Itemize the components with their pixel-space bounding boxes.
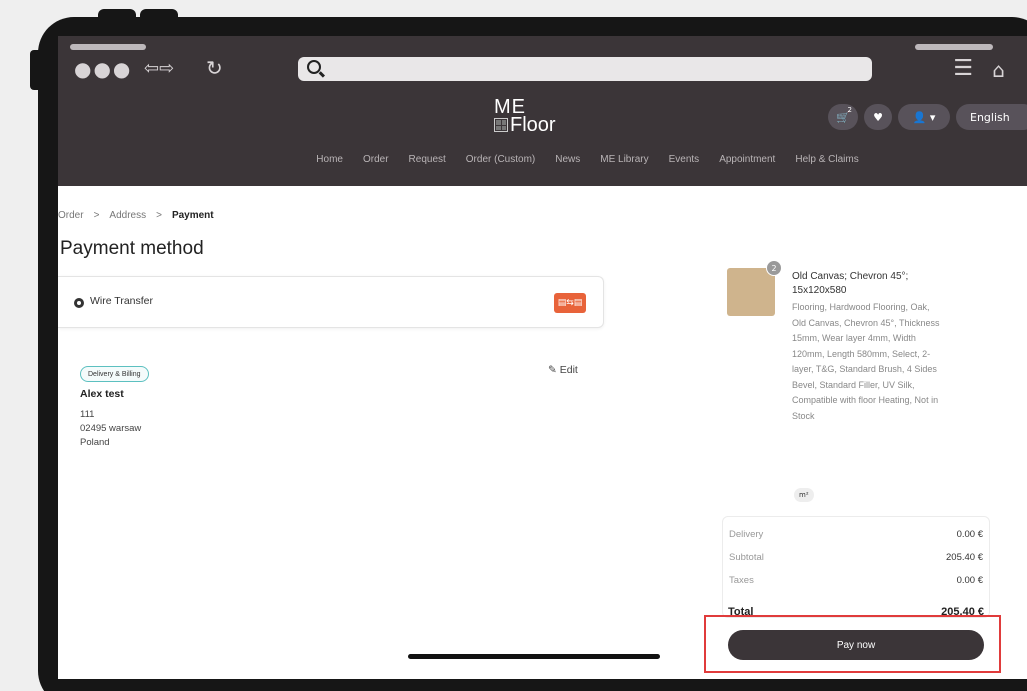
search-icon (307, 60, 321, 74)
subtotal-value: 205.40 € (946, 552, 983, 563)
breadcrumb-separator: > (93, 210, 100, 221)
delivery-label: Delivery (729, 529, 764, 540)
edit-label: Edit (559, 364, 578, 376)
back-forward-icon[interactable]: ⇦⇨ (144, 58, 174, 79)
address-bar[interactable] (298, 57, 872, 81)
product-name: Old Canvas; Chevron 45°; 15x120x580 (792, 271, 909, 296)
logo-line-2: Floor (494, 114, 556, 136)
breadcrumb-separator: > (156, 210, 162, 221)
breadcrumb-address[interactable]: Address (109, 210, 146, 221)
address-line-3: Poland (80, 437, 110, 448)
nav-order[interactable]: Order (363, 154, 389, 165)
payment-option-wire-transfer[interactable]: Wire Transfer ▤⇆▤ (58, 276, 604, 328)
nav-events[interactable]: Events (669, 154, 700, 165)
delivery-value: 0.00 € (956, 529, 983, 540)
language-button[interactable]: English (956, 104, 1027, 130)
delivery-row: Delivery 0.00 € (729, 529, 983, 540)
edit-address-link[interactable]: ✎ Edit (548, 364, 578, 376)
payment-option-label: Wire Transfer (90, 295, 154, 307)
pencil-icon: ✎ (548, 364, 557, 376)
tab-indicator-right (915, 44, 993, 50)
cart-button[interactable]: 🛒 2 (828, 104, 858, 130)
breadcrumb-payment: Payment (171, 210, 214, 221)
menu-icon[interactable]: ☰ (953, 58, 973, 80)
subtotal-row: Subtotal 205.40 € (729, 552, 983, 563)
taxes-label: Taxes (729, 575, 754, 586)
site-header: ME Floor 🛒 2 ♥ 👤 ▾ English Home Order Re… (58, 86, 1027, 186)
main-nav: Home Order Request Order (Custom) News M… (58, 154, 1027, 165)
browser-toolbar: ●●● ⇦⇨ ↻ ☰ ⌂ (58, 36, 1027, 86)
taxes-row: Taxes 0.00 € (729, 575, 983, 586)
product-image (727, 268, 775, 316)
nav-me-library[interactable]: ME Library (600, 154, 648, 165)
quantity-badge: 2 (766, 260, 782, 276)
more-dots-icon[interactable]: ●●● (74, 59, 132, 79)
address-type-badge: Delivery & Billing (80, 366, 149, 382)
user-icon: 👤 ▾ (912, 110, 936, 124)
nav-news[interactable]: News (555, 154, 580, 165)
address-name: Alex test (80, 388, 124, 400)
product-description: Flooring, Hardwood Flooring, Oak, Old Ca… (792, 302, 940, 421)
cart-count: 2 (847, 106, 852, 114)
site-logo[interactable]: ME Floor (494, 97, 556, 136)
subtotal-label: Subtotal (729, 552, 764, 563)
highlight-box (704, 615, 1001, 673)
nav-appointment[interactable]: Appointment (719, 154, 775, 165)
address-line-2: 02495 warsaw (80, 423, 142, 434)
heart-icon: ♥ (873, 110, 883, 124)
unit-badge: m² (794, 488, 814, 502)
tablet-screen: ●●● ⇦⇨ ↻ ☰ ⌂ ME Floor 🛒 2 ♥ 👤 ▾ English … (58, 36, 1027, 679)
wishlist-button[interactable]: ♥ (864, 104, 892, 130)
language-label: English (970, 110, 1010, 124)
address-line-1: 111 (80, 409, 95, 420)
breadcrumb: Order > Address > Payment (58, 210, 214, 221)
reload-icon[interactable]: ↻ (206, 56, 223, 80)
breadcrumb-order[interactable]: Order (58, 210, 84, 221)
page-title: Payment method (60, 238, 204, 259)
logo-text: Floor (510, 114, 556, 136)
nav-request[interactable]: Request (409, 154, 446, 165)
account-button[interactable]: 👤 ▾ (898, 104, 950, 130)
nav-home[interactable]: Home (316, 154, 343, 165)
taxes-value: 0.00 € (956, 575, 983, 586)
radio-selected-icon[interactable] (74, 298, 84, 308)
nav-order-custom[interactable]: Order (Custom) (466, 154, 535, 165)
nav-help-claims[interactable]: Help & Claims (795, 154, 858, 165)
tab-indicator-left (70, 44, 146, 50)
home-icon[interactable]: ⌂ (992, 58, 1005, 82)
home-indicator[interactable] (408, 654, 660, 659)
bank-transfer-icon: ▤⇆▤ (554, 293, 586, 313)
logo-grid-icon (494, 118, 508, 132)
totals-box: Delivery 0.00 € Subtotal 205.40 € Taxes … (722, 516, 990, 618)
